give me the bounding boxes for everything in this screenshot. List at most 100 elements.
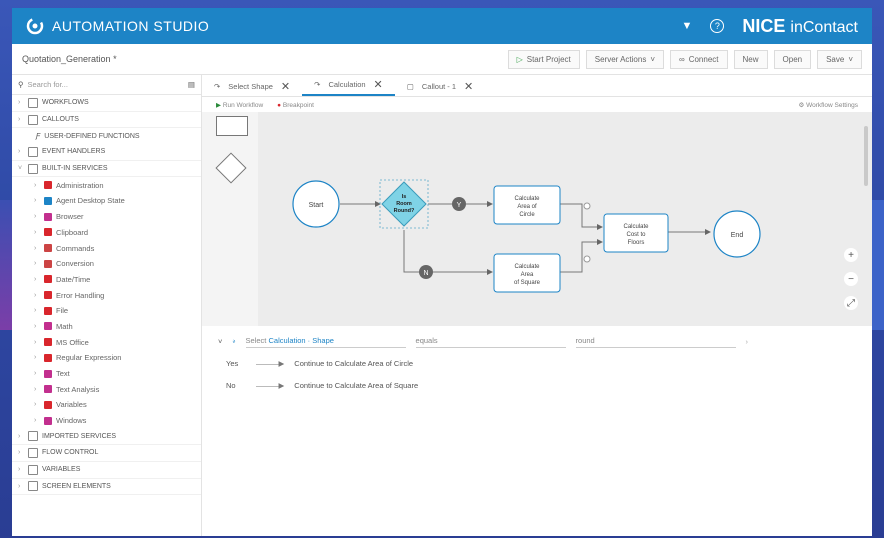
branch-row[interactable]: No ———▶ Continue to Calculate Area of Squa… bbox=[202, 374, 872, 396]
square-node-line1: Calculate bbox=[514, 264, 540, 270]
operator-field[interactable]: equals bbox=[415, 334, 566, 348]
title-bar: AUTOMATION STUDIO ▼ ? NICE inContact bbox=[12, 8, 872, 44]
sidebar-item-service[interactable]: › Agent Desktop State bbox=[12, 193, 201, 209]
calculate-area-circle-node[interactable]: Calculate Area of Circle bbox=[493, 185, 561, 225]
branch-text: Continue to Calculate Area of Square bbox=[294, 380, 419, 390]
event-icon bbox=[28, 146, 38, 157]
sidebar-section-label: CALLOUTS bbox=[42, 116, 79, 124]
sidebar-section-flow-control[interactable]: › FLOW CONTROL bbox=[12, 445, 201, 462]
connector-handle[interactable] bbox=[583, 255, 591, 263]
filter-icon[interactable]: ▤ bbox=[188, 80, 195, 89]
sidebar-item-service[interactable]: › Commands bbox=[12, 240, 201, 256]
square-node-line2: Area bbox=[521, 272, 534, 278]
sidebar-item-label: Variables bbox=[56, 400, 87, 410]
sidebar-item-service[interactable]: › File bbox=[12, 303, 201, 319]
sidebar-section-variables[interactable]: › VARIABLES bbox=[12, 462, 201, 479]
chevron-down-icon[interactable]: ˅ bbox=[218, 337, 222, 346]
tab-select-shape[interactable]: ↷ Select Shape ✕ bbox=[202, 76, 302, 96]
decision-node[interactable]: Is Room Round? bbox=[379, 179, 429, 229]
select-field-value: Calculation · Shape bbox=[268, 336, 334, 345]
sidebar-section-callouts[interactable]: › CALLOUTS bbox=[12, 112, 201, 129]
sidebar-item-label: Text Analysis bbox=[56, 384, 100, 394]
sidebar-item-service[interactable]: › Text bbox=[12, 366, 201, 382]
calculate-cost-floors-node[interactable]: Calculate Cost to Floors bbox=[603, 213, 669, 253]
service-icon bbox=[44, 322, 52, 331]
breakpoint-button[interactable]: ● Breakpoint bbox=[277, 102, 314, 109]
sidebar-item-service[interactable]: › Math bbox=[12, 319, 201, 335]
end-node[interactable]: End bbox=[713, 210, 761, 258]
sidebar-section-event-handlers[interactable]: › EVENT HANDLERS bbox=[12, 144, 201, 161]
sidebar-section-imported-services[interactable]: › IMPORTED SERVICES bbox=[12, 428, 201, 446]
service-icon bbox=[44, 275, 52, 284]
sidebar-item-service[interactable]: › Regular Expression bbox=[12, 350, 201, 366]
floor-node-line2: Cost to bbox=[626, 232, 646, 238]
square-node-line3: of Square bbox=[514, 280, 541, 286]
sidebar-item-service[interactable]: › Windows bbox=[12, 413, 201, 429]
fit-to-screen-icon[interactable]: ⤢ bbox=[844, 296, 858, 310]
chevron-down-icon: ˅ bbox=[848, 54, 853, 64]
service-icon bbox=[44, 385, 52, 394]
connector-handle[interactable] bbox=[583, 202, 591, 210]
branch-row[interactable]: Yes ———▶ Continue to Calculate Area of Cir… bbox=[202, 352, 872, 374]
connect-button[interactable]: ∞ Connect bbox=[670, 49, 728, 69]
close-icon[interactable]: ✕ bbox=[374, 78, 383, 91]
sidebar-item-service[interactable]: › Browser bbox=[12, 209, 201, 225]
tab-calculation[interactable]: ↷ Calculation ✕ bbox=[302, 74, 395, 96]
sidebar-item-service[interactable]: › Text Analysis bbox=[12, 381, 201, 397]
save-button[interactable]: Save ˅ bbox=[817, 49, 862, 69]
sidebar-item-service[interactable]: › MS Office bbox=[12, 334, 201, 350]
chevron-right-icon: › bbox=[34, 385, 37, 393]
service-icon bbox=[44, 400, 52, 409]
sidebar-item-label: Windows bbox=[56, 416, 87, 426]
close-icon[interactable]: ✕ bbox=[464, 80, 473, 93]
search-input[interactable]: Search for... bbox=[28, 80, 184, 89]
chevron-down-icon: ˅ bbox=[18, 165, 23, 173]
workflow-settings-button[interactable]: ⚙ Workflow Settings bbox=[798, 101, 858, 109]
branch-text: Continue to Calculate Area of Circle bbox=[294, 358, 414, 368]
select-field[interactable]: Select Calculation · Shape bbox=[245, 334, 406, 348]
sidebar-section-label: SCREEN ELEMENTS bbox=[42, 482, 111, 490]
sidebar-section-workflows[interactable]: › WORKFLOWS bbox=[12, 95, 201, 112]
new-label: New bbox=[742, 54, 759, 64]
help-icon[interactable]: ? bbox=[710, 19, 725, 33]
workflow-icon: ↷ bbox=[314, 79, 321, 89]
chevron-down-icon[interactable]: ▼ bbox=[681, 20, 692, 32]
workflow-canvas[interactable]: Start Is Room Round? Y N Calculate Area … bbox=[202, 112, 872, 326]
start-node[interactable]: Start bbox=[292, 180, 340, 228]
workflow-icon bbox=[28, 97, 38, 108]
zoom-out-icon[interactable]: − bbox=[844, 272, 858, 286]
open-button[interactable]: Open bbox=[773, 49, 812, 69]
callout-icon bbox=[28, 114, 38, 125]
zoom-in-icon[interactable]: + bbox=[844, 248, 858, 262]
sidebar-item-service[interactable]: › Conversion bbox=[12, 256, 201, 272]
start-project-button[interactable]: ▷ Start Project bbox=[507, 49, 580, 69]
search-box[interactable]: ⚲ Search for... ▤ bbox=[12, 74, 201, 95]
sidebar-item-service[interactable]: › Date/Time bbox=[12, 272, 201, 288]
tab-callout-1[interactable]: ▢ Callout - 1 ✕ bbox=[395, 76, 486, 96]
new-button[interactable]: New bbox=[733, 49, 768, 69]
sidebar-section-built-in-services[interactable]: ˅ BUILT-IN SERVICES bbox=[12, 161, 201, 178]
sidebar-item-service[interactable]: › Variables bbox=[12, 397, 201, 413]
sidebar-section-label: EVENT HANDLERS bbox=[42, 148, 106, 156]
branch-key: No bbox=[226, 380, 236, 390]
calculate-area-square-node[interactable]: Calculate Area of Square bbox=[493, 253, 561, 293]
operator-value: equals bbox=[415, 336, 438, 345]
sidebar-item-user-defined-functions[interactable]: ƒ USER-DEFINED FUNCTIONS bbox=[12, 128, 201, 144]
sidebar-item-label: Text bbox=[56, 369, 70, 379]
sidebar-section-screen-elements[interactable]: › SCREEN ELEMENTS bbox=[12, 479, 201, 496]
chevron-right-icon: › bbox=[34, 244, 37, 252]
sidebar-item-service[interactable]: › Administration bbox=[12, 177, 201, 193]
sidebar-item-service[interactable]: › Clipboard bbox=[12, 225, 201, 241]
close-icon[interactable]: ✕ bbox=[281, 80, 290, 93]
canvas-scrollbar[interactable] bbox=[864, 126, 868, 186]
chevron-right-icon: › bbox=[18, 449, 21, 457]
search-icon: ⚲ bbox=[18, 79, 24, 89]
sidebar-item-service[interactable]: › Error Handling bbox=[12, 287, 201, 303]
chevron-right-icon: › bbox=[34, 197, 37, 205]
breakpoint-icon: ● bbox=[277, 101, 282, 109]
server-actions-button[interactable]: Server Actions ˅ bbox=[585, 49, 664, 69]
chevron-right-icon: › bbox=[18, 148, 21, 156]
run-workflow-button[interactable]: ▶ Run Workflow bbox=[216, 101, 263, 109]
more-icon[interactable]: › bbox=[746, 337, 749, 346]
value-field[interactable]: round bbox=[575, 334, 736, 348]
